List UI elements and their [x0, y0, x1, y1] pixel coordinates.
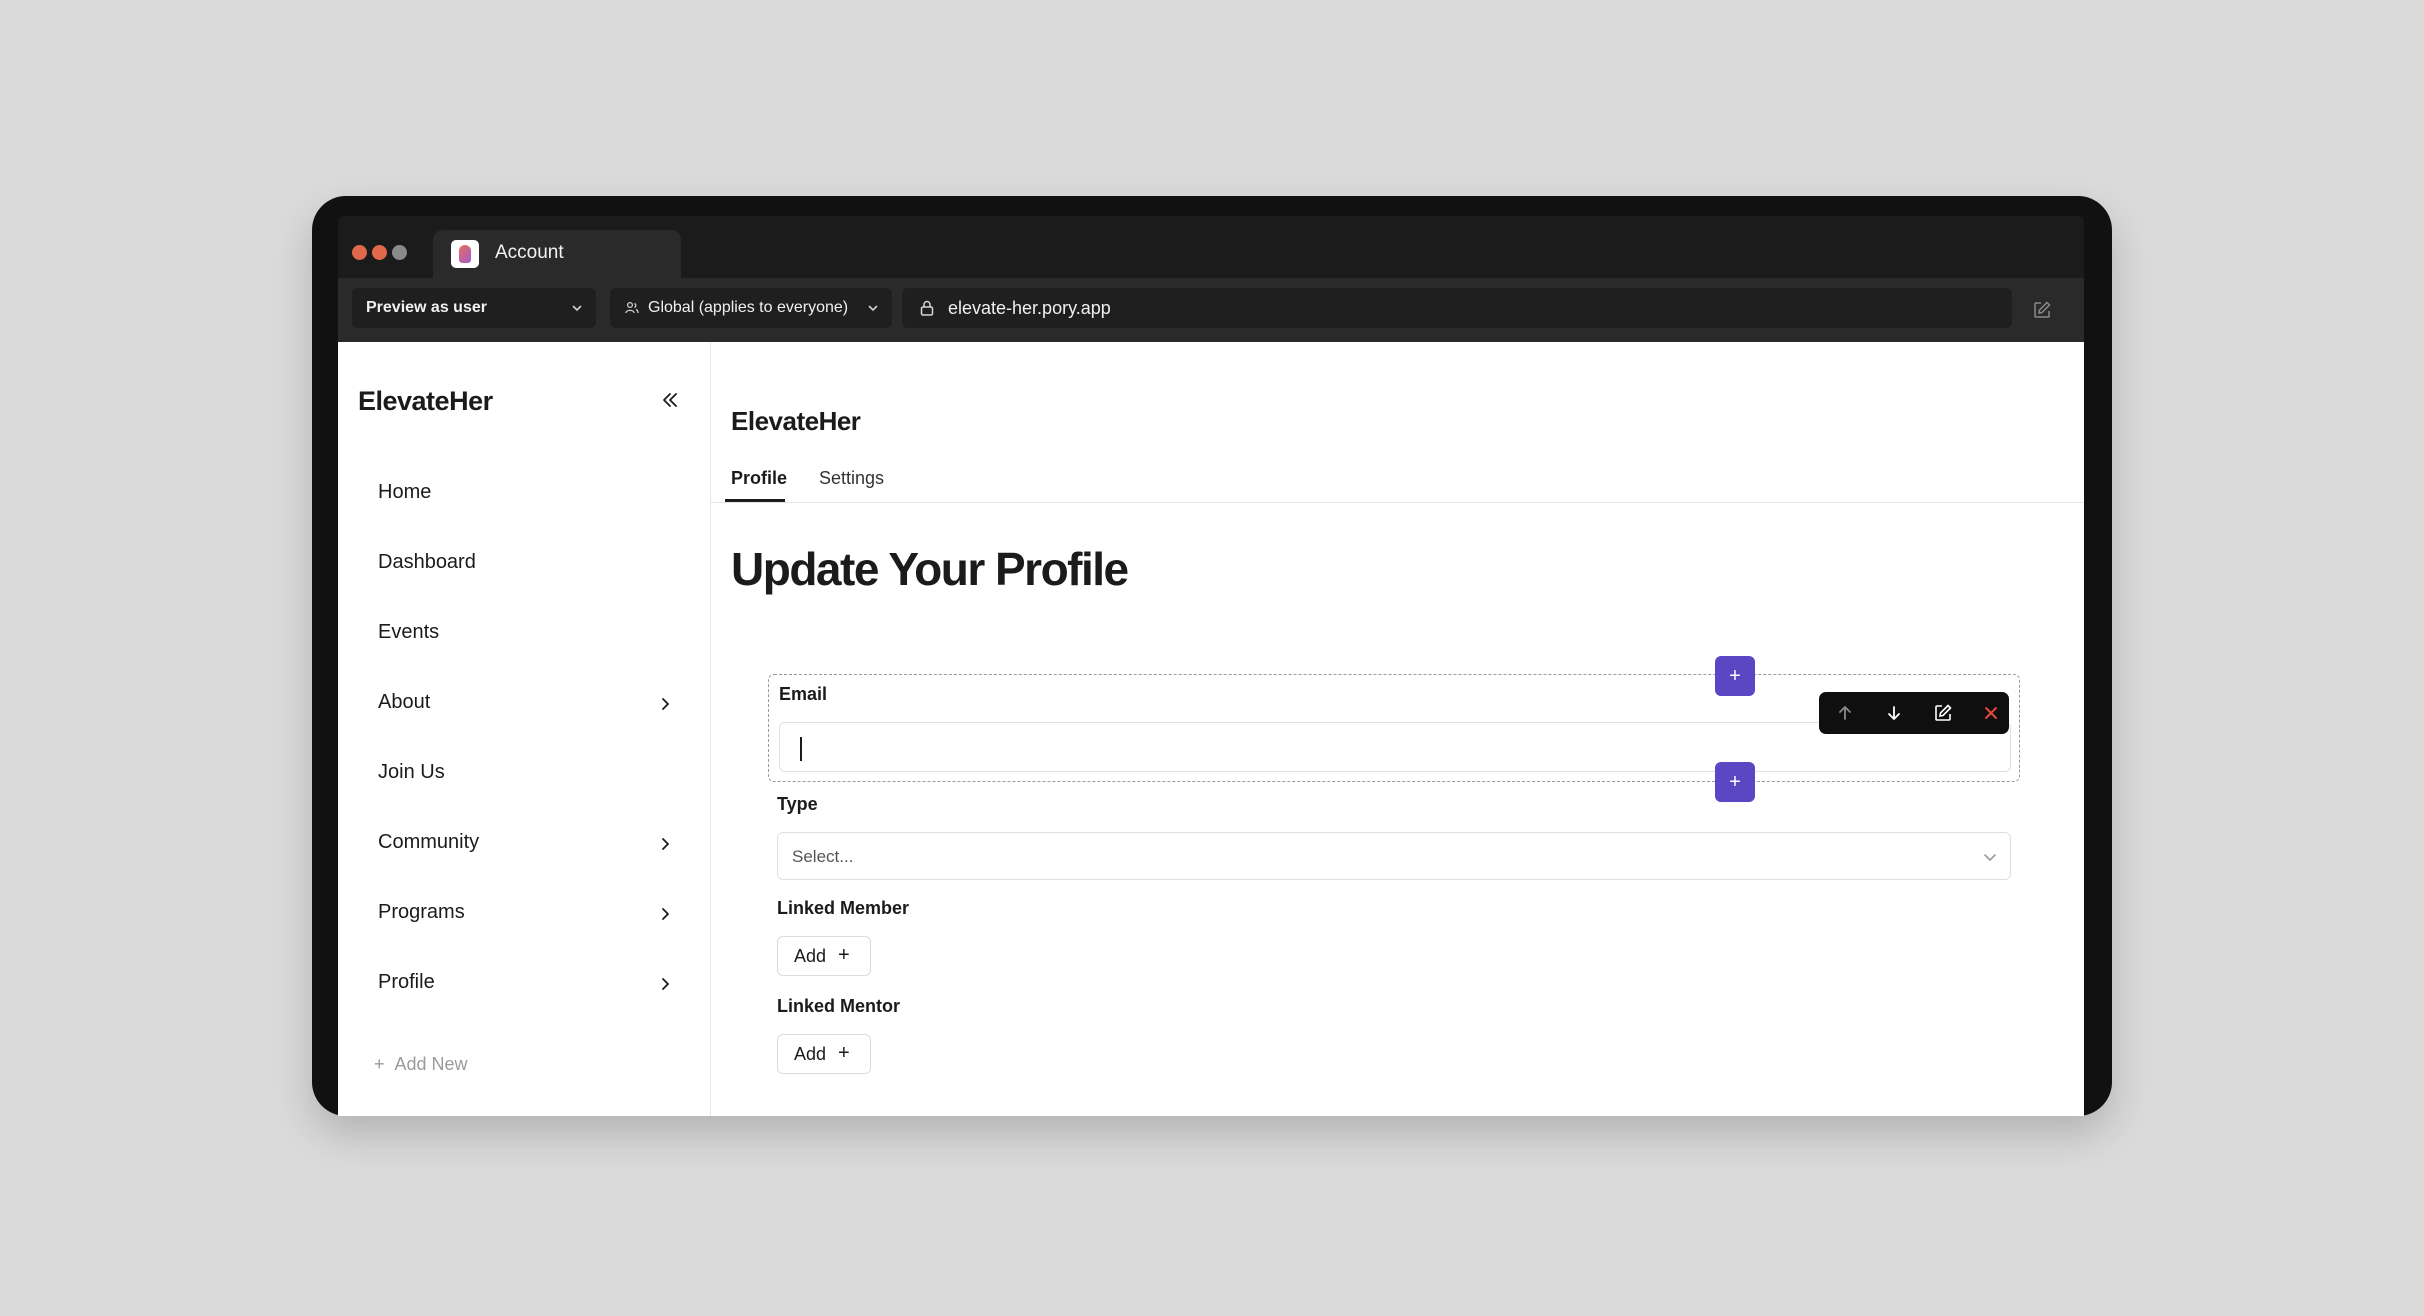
- sidebar-item-dashboard[interactable]: Dashboard: [358, 536, 682, 592]
- sidebar-item-home[interactable]: Home: [358, 466, 682, 522]
- sidebar-item-label: Home: [378, 481, 432, 503]
- linked-member-label: Linked Member: [777, 898, 910, 918]
- plus-icon: +: [374, 1054, 385, 1074]
- chevron-right-icon: [662, 908, 669, 920]
- app-title: ElevateHer: [731, 406, 861, 436]
- plus-icon: +: [838, 1042, 850, 1064]
- collapse-sidebar-icon[interactable]: [658, 388, 682, 412]
- preview-toolbar: Preview as user Global (applies to every…: [338, 278, 2084, 342]
- close-window-button[interactable]: [352, 245, 367, 260]
- browser-window: Account Preview as user Global (applies …: [338, 216, 2084, 1116]
- chevron-right-icon: [662, 978, 669, 990]
- sidebar-item-label: Programs: [378, 901, 465, 923]
- sidebar-item-label: Profile: [378, 971, 435, 993]
- type-select-placeholder: Select...: [792, 847, 854, 866]
- scope-label: Global (applies to everyone): [648, 299, 849, 316]
- move-up-icon[interactable]: [1835, 703, 1855, 723]
- sidebar-item-label: Dashboard: [378, 551, 476, 573]
- plus-icon: +: [838, 944, 850, 966]
- sidebar-item-events[interactable]: Events: [358, 606, 682, 662]
- add-new-page-button[interactable]: + Add New: [374, 1054, 468, 1075]
- scope-dropdown[interactable]: Global (applies to everyone): [610, 288, 892, 328]
- type-select[interactable]: Select...: [777, 832, 2011, 880]
- url-text: elevate-her.pory.app: [948, 298, 1111, 318]
- chevron-right-icon: [662, 838, 669, 850]
- app-favicon-icon: [451, 240, 479, 268]
- add-linked-member-button[interactable]: Add +: [777, 936, 871, 976]
- sidebar-item-label: Events: [378, 621, 440, 643]
- sidebar-item-label: Join Us: [378, 761, 445, 783]
- linked-mentor-label: Linked Mentor: [777, 996, 901, 1016]
- insert-block-below-button[interactable]: +: [1715, 762, 1755, 802]
- maximize-window-button[interactable]: [392, 245, 407, 260]
- browser-tab-account[interactable]: Account: [433, 230, 681, 278]
- chevron-down-icon: [868, 305, 878, 312]
- chevron-down-icon: [1984, 854, 1996, 861]
- main-panel: ElevateHer Profile Settings Update Your …: [711, 342, 2084, 1116]
- block-toolbar: [1819, 692, 2009, 734]
- minimize-window-button[interactable]: [372, 245, 387, 260]
- tabs-divider: [711, 502, 2084, 503]
- page-title: Update Your Profile: [731, 543, 1129, 595]
- sidebar: ElevateHer Home Dashboard Events About J…: [338, 342, 711, 1116]
- type-label: Type: [777, 794, 818, 814]
- add-button-label: Add: [794, 1044, 827, 1064]
- users-icon: [625, 301, 639, 314]
- edit-block-icon[interactable]: [1933, 703, 1953, 723]
- chevron-right-icon: [662, 698, 669, 710]
- device-frame: Account Preview as user Global (applies …: [312, 196, 2112, 1116]
- lock-icon: [920, 300, 934, 316]
- chevron-down-icon: [572, 305, 582, 312]
- sidebar-item-profile[interactable]: Profile: [358, 956, 682, 1012]
- tab-profile[interactable]: Profile: [731, 468, 787, 489]
- add-linked-mentor-button[interactable]: Add +: [777, 1034, 871, 1074]
- sidebar-brand: ElevateHer: [358, 386, 493, 416]
- delete-block-icon[interactable]: [1981, 703, 2001, 723]
- sidebar-item-label: About: [378, 691, 431, 713]
- email-label: Email: [779, 684, 828, 704]
- tab-settings[interactable]: Settings: [819, 468, 884, 489]
- edit-icon[interactable]: [2032, 300, 2052, 320]
- sidebar-item-join-us[interactable]: Join Us: [358, 746, 682, 802]
- move-down-icon[interactable]: [1884, 703, 1904, 723]
- sidebar-item-label: Community: [378, 831, 480, 853]
- browser-titlebar: Account: [338, 216, 2084, 278]
- insert-block-above-button[interactable]: +: [1715, 656, 1755, 696]
- preview-mode-dropdown[interactable]: Preview as user: [352, 288, 596, 328]
- address-bar[interactable]: elevate-her.pory.app: [902, 288, 2012, 328]
- sidebar-item-about[interactable]: About: [358, 676, 682, 732]
- sidebar-item-community[interactable]: Community: [358, 816, 682, 872]
- preview-mode-label: Preview as user: [366, 299, 487, 316]
- add-button-label: Add: [794, 946, 827, 966]
- browser-tab-title: Account: [495, 242, 564, 263]
- add-new-label: Add New: [394, 1054, 468, 1074]
- sidebar-item-programs[interactable]: Programs: [358, 886, 682, 942]
- app-content: ElevateHer Home Dashboard Events About J…: [338, 342, 2084, 1116]
- text-caret: [800, 737, 802, 761]
